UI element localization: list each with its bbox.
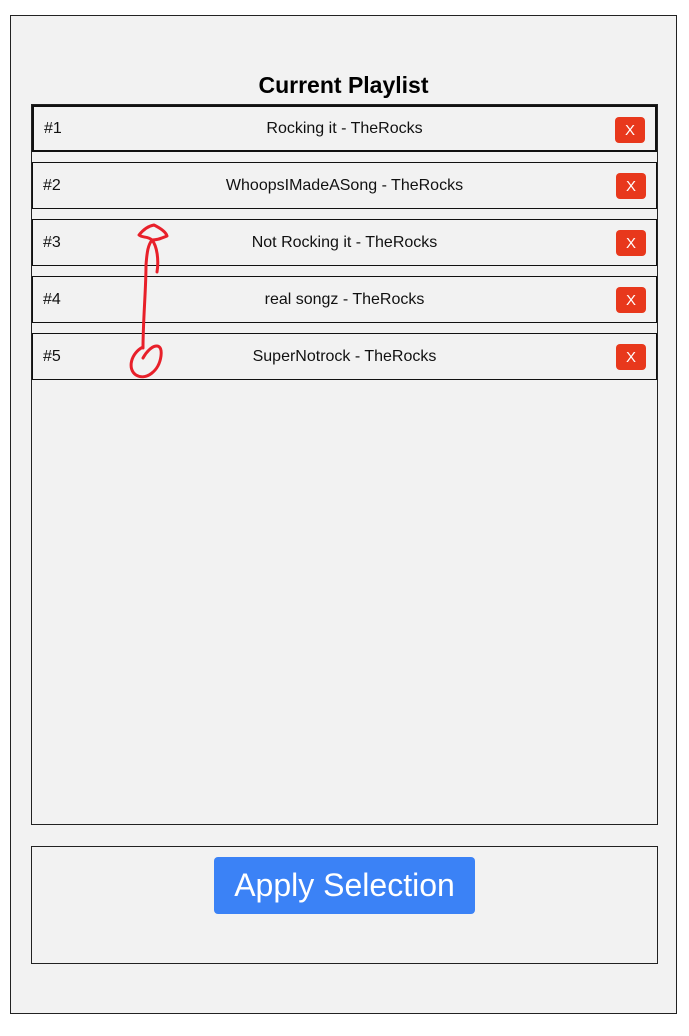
track-number: #2 xyxy=(43,176,61,194)
track-number: #3 xyxy=(43,233,61,251)
app-window: Current Playlist #1 Rocking it - TheRock… xyxy=(10,15,677,1014)
track-number: #5 xyxy=(43,347,61,365)
playlist-row[interactable]: #2 WhoopsIMadeASong - TheRocks X xyxy=(32,162,657,209)
track-number: #4 xyxy=(43,290,61,308)
track-title: WhoopsIMadeASong - TheRocks xyxy=(225,176,464,194)
remove-track-button[interactable]: X xyxy=(616,230,646,256)
playlist-row[interactable]: #3 Not Rocking it - TheRocks X xyxy=(32,219,657,266)
playlist-row[interactable]: #1 Rocking it - TheRocks X xyxy=(32,105,657,152)
page-title: Current Playlist xyxy=(258,72,429,98)
remove-track-button[interactable]: X xyxy=(616,173,646,199)
track-title: Rocking it - TheRocks xyxy=(266,119,423,137)
remove-track-button[interactable]: X xyxy=(615,117,645,143)
track-title: Not Rocking it - TheRocks xyxy=(251,233,438,251)
track-title: SuperNotrock - TheRocks xyxy=(252,347,437,365)
apply-selection-button[interactable]: Apply Selection xyxy=(214,857,475,914)
apply-panel: Apply Selection xyxy=(31,846,658,964)
track-number: #1 xyxy=(44,119,62,137)
track-title: real songz - TheRocks xyxy=(264,290,425,308)
playlist-row[interactable]: #5 SuperNotrock - TheRocks X xyxy=(32,333,657,380)
playlist-container: #1 Rocking it - TheRocks X #2 WhoopsIMad… xyxy=(31,104,658,825)
remove-track-button[interactable]: X xyxy=(616,287,646,313)
remove-track-button[interactable]: X xyxy=(616,344,646,370)
playlist-row[interactable]: #4 real songz - TheRocks X xyxy=(32,276,657,323)
